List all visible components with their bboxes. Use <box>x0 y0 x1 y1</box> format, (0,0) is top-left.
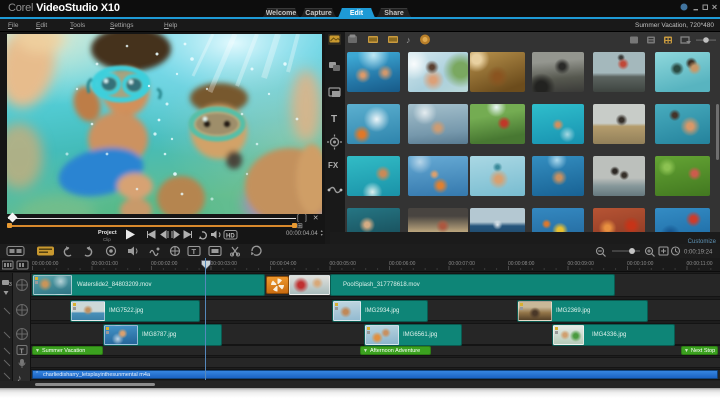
svg-text:3: 3 <box>9 282 12 288</box>
svg-text:T: T <box>331 114 337 125</box>
svg-text:0:00:19:24: 0:00:19:24 <box>684 250 713 256</box>
svg-text:T: T <box>192 247 197 256</box>
svg-text:♪: ♪ <box>406 35 411 45</box>
svg-text:HD: HD <box>226 233 235 239</box>
svg-text:♪: ♪ <box>17 373 22 381</box>
svg-text:T: T <box>20 349 25 356</box>
svg-text:FX: FX <box>328 161 339 170</box>
